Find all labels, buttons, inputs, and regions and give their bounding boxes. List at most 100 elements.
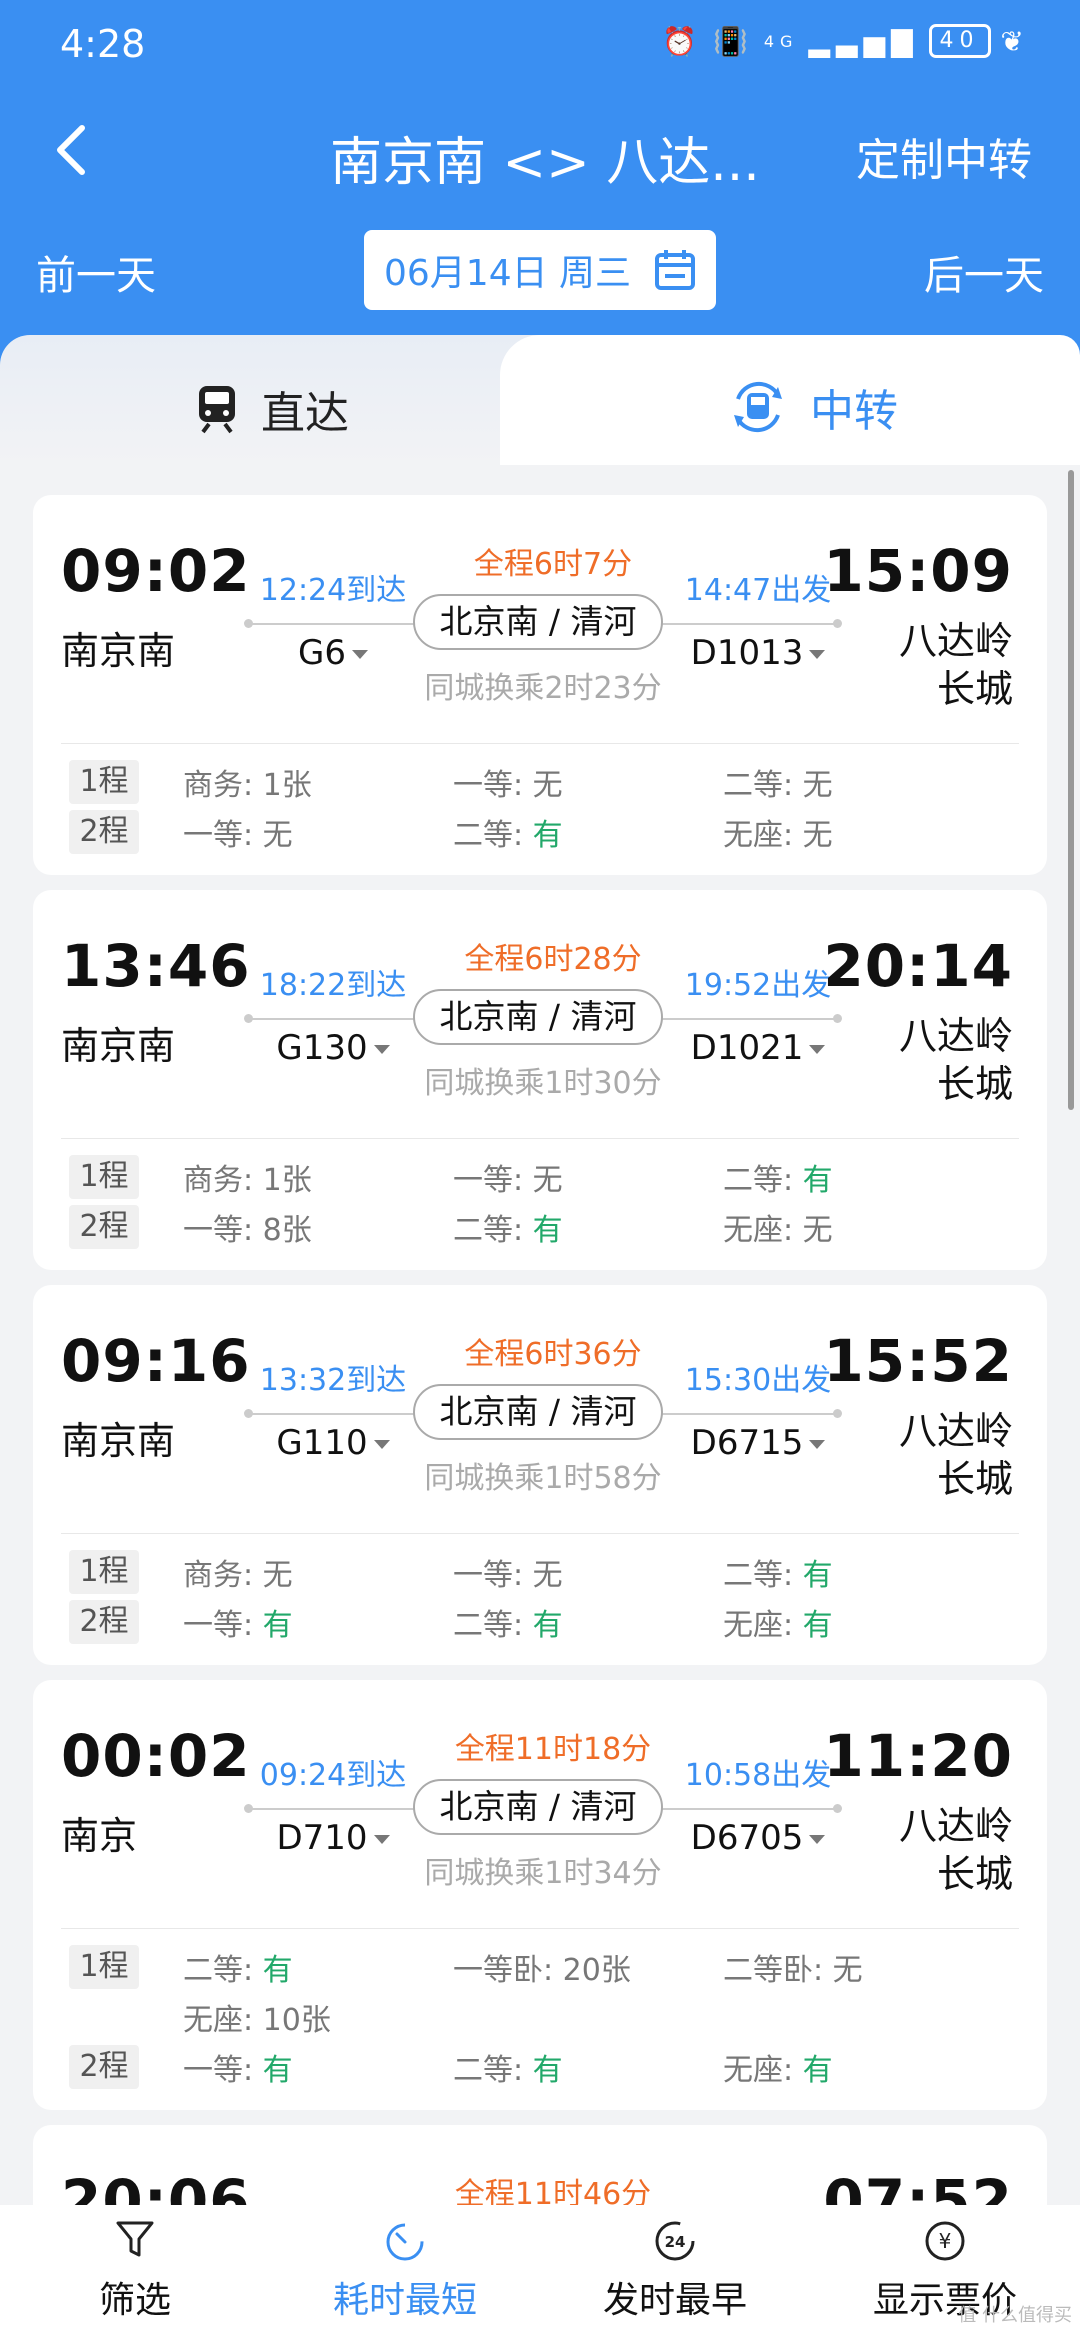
- leg-label: 1程: [69, 1155, 139, 1199]
- second-leg-departure: 10:58出发: [684, 1758, 832, 1793]
- route-dot: [833, 619, 842, 628]
- sort-earliest-button[interactable]: 24 发时最早: [540, 2205, 810, 2331]
- second-leg-departure: 15:30出发: [684, 1363, 832, 1398]
- train-number-label: D710: [276, 1818, 368, 1858]
- chevron-left-icon: [57, 125, 85, 175]
- departure-station: 南京南: [61, 1419, 176, 1463]
- seat-availability: 无座: 10张: [183, 2003, 331, 2038]
- train-number-label: D6715: [690, 1423, 804, 1463]
- caret-down-icon: [809, 1045, 826, 1054]
- train-number-2[interactable]: D1013: [673, 633, 843, 673]
- departure-time: 09:16: [61, 1327, 251, 1395]
- leg-label: 1程: [69, 1945, 139, 1989]
- seat-availability: 一等卧: 20张: [453, 1953, 631, 1988]
- page-title: 南京南 <> 八达...: [330, 133, 760, 193]
- bottom-toolbar: 筛选 耗时最短 24 发时最早 ¥ 显示票价: [0, 2205, 1080, 2331]
- caret-down-icon: [351, 650, 368, 659]
- watermark: 值 什么值得买: [958, 2305, 1072, 2326]
- seat-availability: 商务: 1张: [183, 1163, 312, 1198]
- alarm-icon: ⏰: [662, 24, 703, 58]
- caret-down-icon: [373, 1835, 390, 1844]
- divider: [61, 1138, 1019, 1139]
- back-button[interactable]: [50, 120, 100, 190]
- arrival-station: 八达岭长城: [898, 1804, 1013, 1896]
- seat-availability: 二等: 有: [453, 2053, 563, 2088]
- seat-availability: 无座: 有: [723, 1608, 833, 1643]
- tab-direct-label: 直达: [261, 388, 349, 439]
- seat-availability: 二等: 有: [183, 1953, 293, 1988]
- total-duration: 全程6时7分: [473, 547, 633, 582]
- seat-availability: 无座: 无: [723, 818, 833, 853]
- caret-down-icon: [373, 1440, 390, 1449]
- tab-direct-content[interactable]: 直达: [195, 377, 349, 441]
- divider: [61, 1533, 1019, 1534]
- train-number-2[interactable]: D1021: [673, 1028, 843, 1068]
- transfer-station: 北京南 / 清河: [413, 989, 663, 1045]
- seat-availability: 一等: 无: [453, 1558, 563, 1593]
- route-card[interactable]: 00:02 南京 全程11时18分 09:24到达 10:58出发 D710 D…: [33, 1680, 1047, 2110]
- route-dot: [244, 1804, 253, 1813]
- transfer-train-icon: [734, 381, 782, 433]
- total-duration: 全程6时36分: [464, 1337, 642, 1372]
- custom-transfer-button[interactable]: 定制中转: [856, 124, 1032, 188]
- seat-availability: 一等: 无: [183, 818, 293, 853]
- train-number-2[interactable]: D6705: [673, 1818, 843, 1858]
- route-dot: [833, 1014, 842, 1023]
- transfer-station: 北京南 / 清河: [413, 1384, 663, 1440]
- seat-availability: 二等: 有: [453, 1213, 563, 1248]
- status-bar: 4:28 ⏰ 📳 4G ▂▃▅▇ 40 ❦: [0, 0, 1080, 90]
- arrival-time: 11:20: [823, 1722, 1013, 1790]
- arrival-station: 八达岭长城: [898, 1014, 1013, 1106]
- seat-availability: 商务: 1张: [183, 768, 312, 803]
- seat-availability: 二等: 无: [723, 768, 833, 803]
- train-icon: [199, 386, 235, 434]
- scrollbar[interactable]: [1068, 470, 1074, 1110]
- next-day-button[interactable]: 后一天: [924, 243, 1044, 301]
- signal-icon: ▂▃▅▇: [808, 24, 919, 58]
- leg-label: 2程: [69, 810, 139, 854]
- route-card[interactable]: 09:16 南京南 全程6时36分 13:32到达 15:30出发 G110 D…: [33, 1285, 1047, 1665]
- status-time: 4:28: [60, 22, 146, 66]
- arrival-time: 15:52: [823, 1327, 1013, 1395]
- svg-text:¥: ¥: [939, 2229, 952, 2253]
- leaf-icon: ❦: [1000, 24, 1030, 58]
- transfer-station: 北京南 / 清河: [413, 594, 663, 650]
- departure-time: 00:02: [61, 1722, 251, 1790]
- yen-icon: ¥: [925, 2221, 965, 2261]
- vibrate-icon: 📳: [712, 24, 754, 58]
- arrival-station: 八达岭长城: [898, 1409, 1013, 1501]
- train-number-label: G6: [298, 633, 346, 673]
- date-picker[interactable]: 06月14日 周三: [364, 230, 716, 310]
- arrival-station: 八达岭长城: [898, 619, 1013, 711]
- train-number-2[interactable]: D6715: [673, 1423, 843, 1463]
- route-card[interactable]: 13:46 南京南 全程6时28分 18:22到达 19:52出发 G130 D…: [33, 890, 1047, 1270]
- route-type-tabs: 直达 中转: [0, 335, 1080, 465]
- arrival-time: 15:09: [823, 537, 1013, 605]
- seat-availability: 无座: 无: [723, 1213, 833, 1248]
- train-number-label: D6705: [690, 1818, 804, 1858]
- caret-down-icon: [809, 650, 826, 659]
- second-leg-departure: 19:52出发: [684, 968, 832, 1003]
- filter-button[interactable]: 筛选: [0, 2205, 270, 2331]
- 24h-icon: 24: [655, 2221, 695, 2261]
- divider: [61, 1928, 1019, 1929]
- leg-label: 2程: [69, 1205, 139, 1249]
- leg-label: 2程: [69, 2045, 139, 2089]
- date-label: 06月14日 周三: [384, 253, 632, 294]
- route-dot: [244, 1014, 253, 1023]
- prev-day-button[interactable]: 前一天: [36, 243, 156, 301]
- train-number-label: D1013: [690, 633, 804, 673]
- departure-station: 南京南: [61, 629, 176, 673]
- transfer-wait: 同城换乘1时58分: [424, 1461, 662, 1496]
- tab-transfer-content[interactable]: 中转: [728, 375, 898, 439]
- sort-shortest-button[interactable]: 耗时最短: [270, 2205, 540, 2331]
- route-card[interactable]: 09:02 南京南 全程6时7分 12:24到达 14:47出发 G6 D101…: [33, 495, 1047, 875]
- transfer-station: 北京南 / 清河: [413, 1779, 663, 1835]
- leg-label: 2程: [69, 1600, 139, 1644]
- seat-availability: 商务: 无: [183, 1558, 293, 1593]
- train-number-label: G110: [276, 1423, 368, 1463]
- arrival-time: 20:14: [823, 932, 1013, 1000]
- seat-availability: 一等: 无: [453, 1163, 563, 1198]
- tab-transfer-label: 中转: [810, 386, 898, 437]
- date-bar: 前一天 06月14日 周三 后一天: [0, 225, 1080, 315]
